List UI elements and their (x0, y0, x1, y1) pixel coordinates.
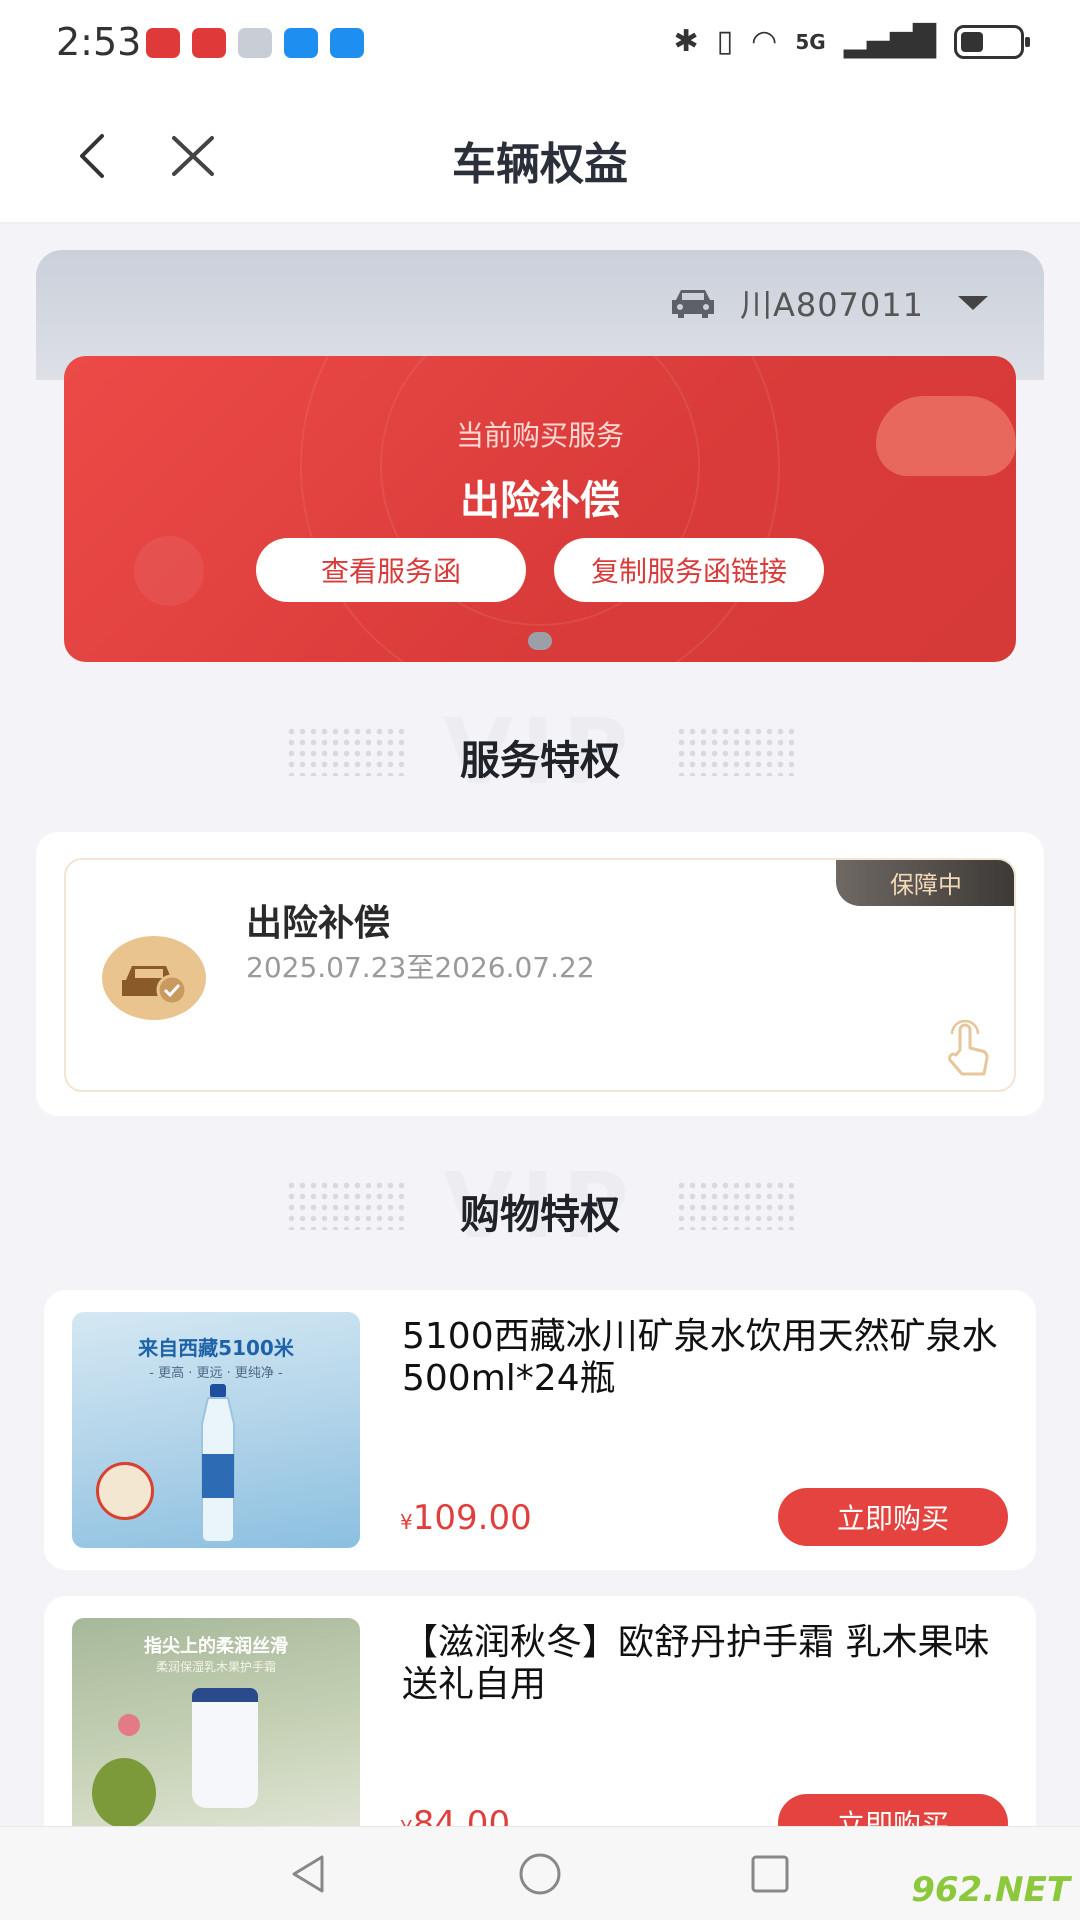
product-image-water: 来自西藏5100米 - 更高 · 更远 · 更纯净 - (72, 1312, 360, 1548)
car-icon (671, 290, 714, 318)
service-privileges-heading: 服务特权 (460, 738, 620, 784)
privilege-card-inner: 保障中 出险补偿 2025.07.23至2026.07.22 (64, 858, 1016, 1092)
shopping-privileges-heading: 购物特权 (460, 1192, 620, 1238)
product-price: ¥109.00 (400, 1498, 532, 1538)
huawei-app-icon (192, 28, 226, 58)
privilege-title: 出险补偿 (246, 903, 391, 944)
avocado-decoration (92, 1758, 156, 1828)
signal-icon: ▂▄▆█ (843, 24, 936, 59)
status-time: 2:53 (56, 20, 142, 64)
privilege-date-range: 2025.07.23至2026.07.22 (246, 951, 595, 984)
carousel-indicator (528, 632, 552, 650)
message-icon (284, 28, 318, 58)
bluetooth-icon: ✱ (673, 24, 699, 59)
wifi-icon: ◠ (751, 24, 778, 59)
cream-tube-decoration (192, 1688, 258, 1808)
ball-decoration (134, 536, 204, 606)
product-image-headline: 指尖上的柔润丝滑 (144, 1636, 288, 1657)
license-plate: 川A807011 (739, 286, 924, 324)
network-label: 5G (795, 29, 826, 54)
battery-icon (954, 24, 1030, 59)
bottle-icon (201, 1384, 235, 1543)
status-badge: 保障中 (836, 860, 1014, 906)
product-image-headline: 来自西藏5100米 (138, 1336, 294, 1360)
tap-hand-icon (948, 1020, 989, 1076)
vehicle-selector[interactable]: 川A807011 (670, 280, 988, 326)
privilege-card[interactable]: 保障中 出险补偿 2025.07.23至2026.07.22 (36, 832, 1044, 1116)
car-shield-icon (102, 936, 206, 1020)
card-subtitle: 当前购买服务 (455, 419, 624, 452)
mail-icon (238, 28, 272, 58)
status-bar: 2:53 ✱ ▯ ◠ 5G ▂▄▆█ (0, 0, 1080, 88)
buy-now-button[interactable]: 立即购买 (778, 1488, 1008, 1546)
page-title: 车辆权益 (452, 139, 628, 190)
watermark-logo: 962.NET (911, 1870, 1070, 1910)
nav-back-icon[interactable] (284, 1849, 334, 1899)
product-image-subline: 柔润保湿乳木果护手霜 (155, 1660, 276, 1674)
product-card[interactable]: 来自西藏5100米 - 更高 · 更远 · 更纯净 - 5100西藏冰川矿泉水饮… (44, 1290, 1036, 1570)
view-service-letter-button[interactable]: 查看服务函 (256, 538, 526, 602)
product-image-cream: 指尖上的柔润丝滑 柔润保湿乳木果护手霜 (72, 1618, 360, 1854)
nav-recents-icon[interactable] (745, 1849, 795, 1899)
card-title: 出险补偿 (460, 478, 620, 524)
price-value: 109.00 (412, 1498, 532, 1538)
vibrate-icon: ▯ (716, 24, 734, 59)
current-service-card: 当前购买服务 出险补偿 查看服务函 复制服务函链接 (64, 356, 1016, 662)
huawei-app-icon (146, 28, 180, 58)
product-name: 【滋润秋冬】欧舒丹护手霜 乳木果味 送礼自用 (402, 1622, 990, 1705)
product-image-subline: - 更高 · 更远 · 更纯净 - (149, 1366, 283, 1381)
status-indicators: ✱ ▯ ◠ 5G ▂▄▆█ (673, 24, 1030, 59)
currency-symbol: ¥ (400, 1510, 413, 1534)
support-icon (330, 28, 364, 58)
product-name: 5100西藏冰川矿泉水饮用天然矿泉水500ml*24瓶 (402, 1316, 998, 1399)
nav-home-icon[interactable] (515, 1849, 565, 1899)
flower-decoration (118, 1714, 140, 1736)
badge-decoration (96, 1462, 154, 1520)
copy-service-link-button[interactable]: 复制服务函链接 (554, 538, 824, 602)
chevron-down-icon (958, 296, 988, 310)
header: 车辆权益 (0, 88, 1080, 224)
notification-icons (146, 28, 364, 58)
